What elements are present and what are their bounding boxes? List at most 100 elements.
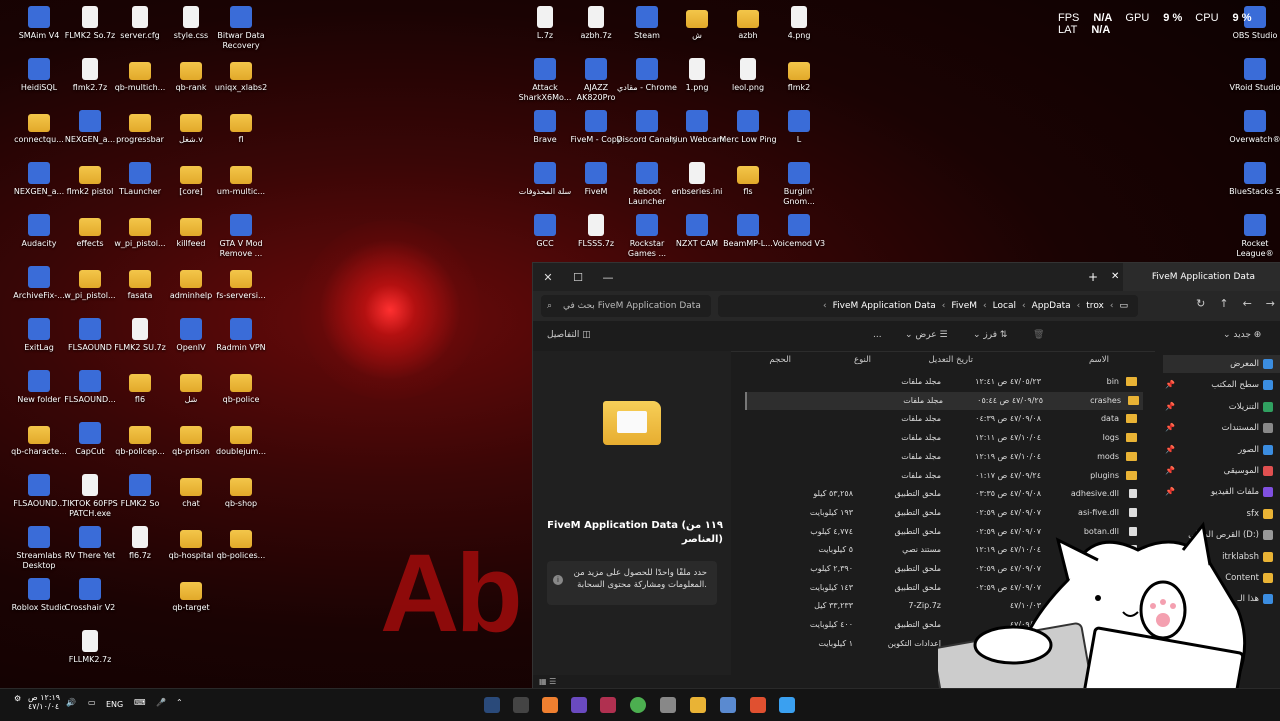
desktop-icon[interactable]: qb-shop	[210, 474, 272, 509]
tab-fivem-application-data[interactable]: FiveM Application Data	[1123, 263, 1280, 291]
desktop-icon[interactable]: VRoid Studio	[1224, 58, 1280, 93]
pin-icon[interactable]: 📌	[1165, 487, 1175, 496]
desktop-icon-label: L	[796, 135, 802, 144]
brave-taskbar-icon[interactable]	[750, 697, 766, 713]
pin-icon[interactable]: 📌	[1165, 466, 1175, 475]
chevron-up-icon[interactable]: ⌃	[176, 698, 183, 707]
voicemod-taskbar-icon[interactable]	[600, 697, 616, 713]
obs-taskbar-icon[interactable]	[513, 697, 529, 713]
file-row[interactable]: plugins ٤٧/٠٩/٢٤ ص ٠١:١٧ مجلد ملفات	[745, 467, 1141, 485]
app-icon	[1244, 214, 1266, 236]
file-size: ٥ كيلوبايت	[818, 545, 853, 555]
desktop-icon[interactable]: flmk2	[768, 58, 830, 93]
desktop-icon[interactable]: Burglin' Gnom...	[768, 162, 830, 207]
close-window-button[interactable]: ✕	[533, 271, 563, 284]
desktop-icon[interactable]: qb-polices...	[210, 526, 272, 561]
chrome-taskbar-icon[interactable]	[630, 697, 646, 713]
desktop-icon[interactable]: Voicemod V3	[768, 214, 830, 249]
refresh-icon[interactable]: ↻	[1196, 297, 1205, 310]
desktop-icon[interactable]: 4.png	[768, 6, 830, 41]
nav-item[interactable]: الموسيقى	[1224, 462, 1273, 480]
close-tab-icon[interactable]: ✕	[1111, 271, 1119, 282]
file-row[interactable]: bin ٤٧/٠٥/٢٣ ص ١٢:٤١ مجلد ملفات	[745, 373, 1141, 391]
volume-icon[interactable]: 🔊	[66, 698, 76, 707]
new-button[interactable]: ⌄ جديد ⊕	[1223, 330, 1261, 340]
steam-taskbar-icon[interactable]	[484, 697, 500, 713]
view-toggle-icon[interactable]: ▦ ☰	[539, 677, 556, 686]
file-row[interactable]: data ٤٧/٠٩/٠٨ ص ٠٤:٣٩ مجلد ملفات	[745, 410, 1141, 428]
file-row[interactable]: adhesive.dll ٤٧/٠٩/٠٨ ص ٠٣:٣٥ ملحق التطبيق…	[745, 485, 1141, 503]
breadcrumb-item[interactable]: FiveM	[951, 301, 977, 311]
pin-icon[interactable]: 📌	[1165, 445, 1175, 454]
desktop-icon[interactable]: L	[768, 110, 830, 145]
nav-item[interactable]: المعرض	[1163, 355, 1280, 373]
file-icon	[82, 474, 98, 496]
back-arrow-icon[interactable]: ←	[1243, 297, 1252, 310]
breadcrumb-item[interactable]: FiveM Application Data	[833, 301, 936, 311]
forward-arrow-icon[interactable]: →	[1266, 297, 1275, 310]
app-icon	[737, 214, 759, 236]
keyboard-icon[interactable]: ⌨	[134, 698, 146, 707]
maximize-button[interactable]: ☐	[563, 271, 593, 284]
store-taskbar-icon[interactable]	[660, 697, 676, 713]
more-options-button[interactable]: ...	[873, 330, 882, 340]
desktop-icon[interactable]: um-multic...	[210, 162, 272, 197]
desktop-icon[interactable]: doublejum...	[210, 422, 272, 457]
breadcrumb-item[interactable]: AppData	[1032, 301, 1071, 311]
file-row[interactable]: mods ٤٧/١٠/٠٤ ص ١٢:١٩ مجلد ملفات	[745, 448, 1141, 466]
language-indicator[interactable]: ENG	[106, 700, 123, 709]
column-header-modified[interactable]: تاريخ التعديل	[929, 355, 974, 365]
nav-item[interactable]: ملفات الفيديو	[1211, 483, 1273, 501]
view-button[interactable]: ⌄ عرض ☰	[905, 330, 948, 340]
nav-item[interactable]: المستندات	[1222, 419, 1273, 437]
desktop-icon[interactable]: Radmin VPN	[210, 318, 272, 353]
app-taskbar-icon[interactable]	[571, 697, 587, 713]
column-header-name[interactable]: الاسم	[1089, 355, 1109, 365]
breadcrumb-item[interactable]: trox	[1086, 301, 1104, 311]
column-header-type[interactable]: النوع	[854, 355, 871, 365]
desktop-icon[interactable]: Rocket League®	[1224, 214, 1280, 259]
up-arrow-icon[interactable]: ↑	[1219, 297, 1228, 310]
nav-item[interactable]: التنزيلات	[1229, 398, 1273, 416]
monitor-icon[interactable]: ▭	[1119, 301, 1128, 311]
desktop-icon[interactable]: Crosshair V2	[59, 578, 121, 613]
file-date: ٤٧/٠٩/٠٧ ص ٠٢:٥٩	[975, 507, 1041, 517]
desktop-icon[interactable]: fl	[210, 110, 272, 145]
file-row[interactable]: logs ٤٧/١٠/٠٤ ص ١٢:١١ مجلد ملفات	[745, 429, 1141, 447]
desktop-icon[interactable]: fs-serversi...	[210, 266, 272, 301]
discord-canary-taskbar-icon[interactable]	[542, 697, 558, 713]
file-size: ٤,٧٧٤ كيلوب	[810, 526, 853, 536]
address-bar[interactable]: ‹ FiveM Application Data ‹ FiveM ‹ Local ‹ A…	[718, 295, 1138, 317]
pin-icon[interactable]: 📌	[1165, 423, 1175, 432]
vroid-taskbar-icon[interactable]	[720, 697, 736, 713]
clock[interactable]: ١٢:١٩ ص ٤٧/١٠/٠٤	[28, 693, 60, 711]
desktop-icon[interactable]: BlueStacks 5	[1224, 162, 1280, 197]
pin-icon[interactable]: 📌	[1165, 402, 1175, 411]
desktop-icon[interactable]: GTA V Mod Remove ...	[210, 214, 272, 259]
details-toggle-button[interactable]: التفاصيل ◫	[547, 330, 591, 340]
settings-tray-icon[interactable]: ⚙	[14, 694, 21, 703]
microphone-icon[interactable]: 🎤	[156, 698, 166, 707]
minimize-button[interactable]: —	[593, 271, 623, 284]
new-tab-icon[interactable]: +	[1088, 270, 1098, 284]
file-row[interactable]: crashes ٤٧/٠٩/٢٥ ص ٠٥:٤٤ مجلد ملفات	[745, 391, 1143, 410]
breadcrumb-item[interactable]: Local	[993, 301, 1016, 311]
search-input[interactable]: ⌕ بحث في FiveM Application Data	[541, 295, 711, 317]
file-explorer-taskbar-icon[interactable]	[690, 697, 706, 713]
sort-button[interactable]: ⌄ فرز ⇅	[973, 330, 1007, 340]
nav-item[interactable]: الصور	[1238, 441, 1273, 459]
network-icon[interactable]: ▭	[88, 698, 96, 707]
desktop-icon[interactable]: uniqx_xlabs2	[210, 58, 272, 93]
desktop-icon[interactable]: Overwatch®	[1224, 110, 1280, 145]
start-icon[interactable]	[779, 697, 795, 713]
desktop-icon[interactable]: qb-police	[210, 370, 272, 405]
column-header-size[interactable]: الحجم	[769, 355, 791, 365]
app-icon	[534, 58, 556, 80]
desktop-icon[interactable]: FLLMK2.7z	[59, 630, 121, 665]
desktop-icon[interactable]: qb-target	[160, 578, 222, 613]
pin-icon[interactable]: 📌	[1165, 380, 1175, 389]
delete-icon[interactable]: 🗑	[1033, 330, 1044, 340]
nav-item[interactable]: سطح المكتب	[1211, 376, 1273, 394]
desktop-icon[interactable]: Bitwar Data Recovery	[210, 6, 272, 51]
file-icon	[1129, 507, 1137, 517]
